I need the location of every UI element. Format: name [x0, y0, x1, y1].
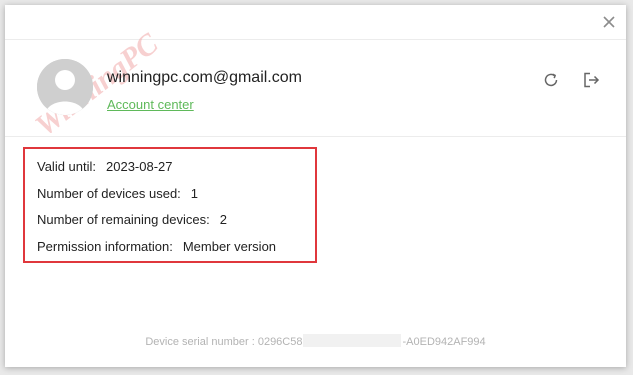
valid-until-value: 2023-08-27: [106, 159, 173, 174]
dialog-title-bar: [5, 5, 626, 40]
valid-until-label: Valid until:: [37, 159, 97, 174]
serial-prefix: Device serial number : 0296C58: [145, 336, 303, 348]
membership-info-box: Valid until: 2023-08-27 Number of devices…: [23, 147, 317, 263]
refresh-icon[interactable]: [541, 70, 561, 90]
account-section: winningpc.com@gmail.com Account center: [5, 40, 626, 137]
close-icon[interactable]: [600, 13, 618, 31]
avatar-icon: [37, 59, 93, 115]
valid-until-row: Valid until: 2023-08-27: [37, 159, 173, 174]
device-serial-number: Device serial number : 0296C58 -A0ED942AF…: [5, 334, 626, 348]
remaining-devices-value: 2: [219, 212, 227, 227]
remaining-devices-label: Number of remaining devices:: [37, 212, 210, 227]
devices-used-row: Number of devices used: 1: [37, 186, 198, 201]
serial-redaction: [303, 334, 402, 347]
serial-suffix: -A0ED942AF994: [402, 336, 486, 348]
account-center-link[interactable]: Account center: [107, 97, 194, 112]
logout-icon[interactable]: [581, 70, 601, 90]
permission-row: Permission information: Member version: [37, 239, 276, 254]
remaining-devices-row: Number of remaining devices: 2: [37, 212, 227, 227]
devices-used-value: 1: [190, 186, 199, 201]
devices-used-label: Number of devices used:: [37, 186, 181, 201]
permission-value: Member version: [182, 239, 277, 254]
permission-label: Permission information:: [37, 239, 173, 254]
account-email: winningpc.com@gmail.com: [107, 69, 302, 86]
account-dialog: WinningPC winningpc.com@gmail.com Accoun…: [5, 5, 626, 367]
